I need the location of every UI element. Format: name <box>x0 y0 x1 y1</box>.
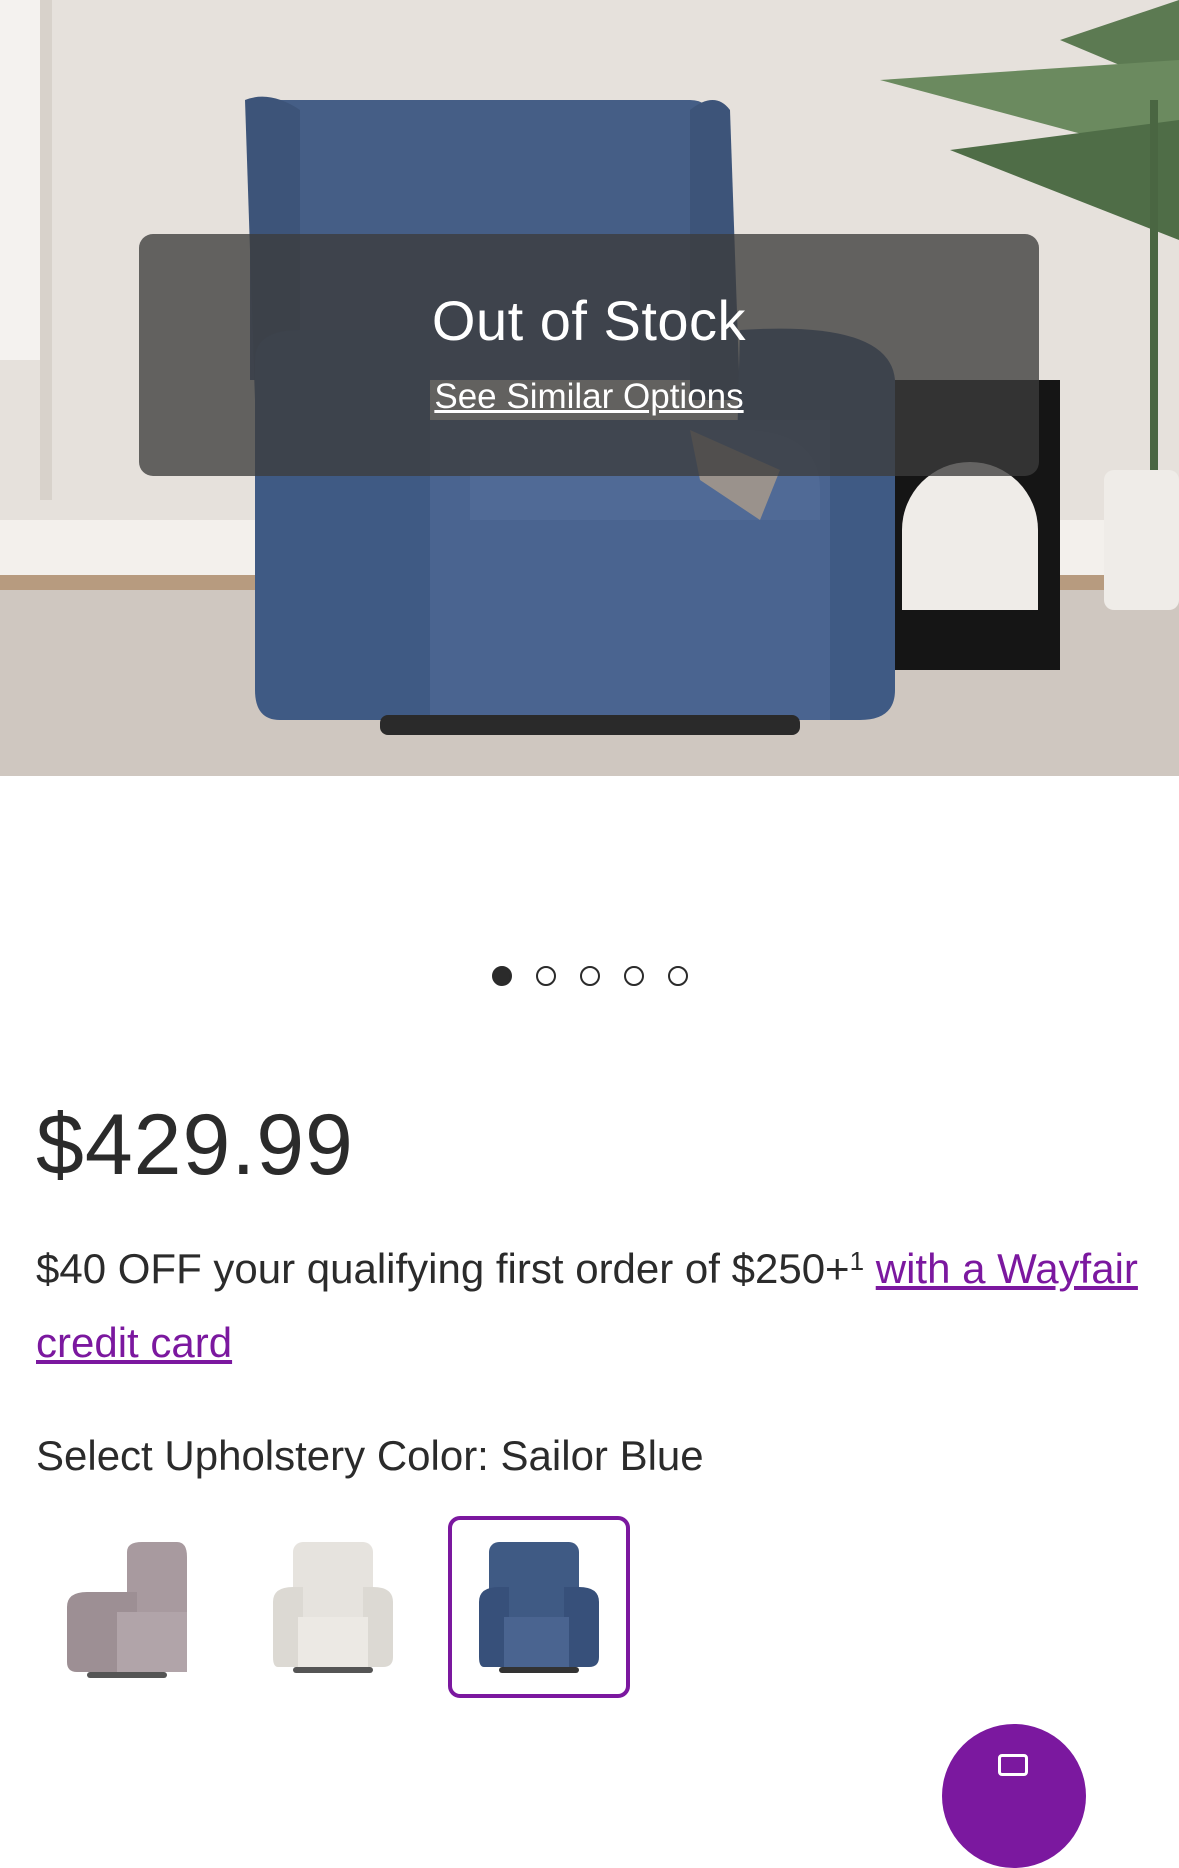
gray-chair-swatch[interactable] <box>36 1516 218 1698</box>
carousel-dot-2[interactable] <box>535 966 556 986</box>
sailor-blue-chair-swatch[interactable] <box>448 1516 630 1698</box>
product-price: $429.99 <box>36 1097 354 1193</box>
carousel-dot-1[interactable] <box>491 966 512 986</box>
chat-icon <box>998 1754 1028 1776</box>
color-swatches <box>36 1516 630 1698</box>
select-color-prefix: Select Upholstery Color: <box>36 1432 489 1479</box>
gray-chair-thumbnail <box>67 1542 187 1678</box>
carousel-pagination <box>0 966 1179 986</box>
selected-color-name: Sailor Blue <box>500 1432 704 1479</box>
carousel-dot-5[interactable] <box>667 966 688 986</box>
carousel-dot-4[interactable] <box>623 966 644 986</box>
see-similar-options-link[interactable]: See Similar Options <box>434 377 743 417</box>
carousel-dot-3[interactable] <box>579 966 600 986</box>
out-of-stock-title: Out of Stock <box>431 288 747 352</box>
white-chair-swatch[interactable] <box>242 1516 424 1698</box>
credit-card-promo: $40 OFF your qualifying first order of $… <box>36 1232 1146 1380</box>
promo-text: $40 OFF your qualifying first order of $… <box>36 1245 850 1292</box>
promo-footnote: 1 <box>849 1246 865 1276</box>
product-image-carousel[interactable]: Out of Stock See Similar Options <box>0 0 1179 776</box>
upholstery-color-label: Select Upholstery Color: Sailor Blue <box>36 1432 704 1480</box>
white-chair-thumbnail <box>273 1542 393 1673</box>
out-of-stock-banner: Out of Stock See Similar Options <box>139 234 1039 476</box>
blue-chair-thumbnail <box>479 1542 599 1673</box>
floating-action-button[interactable] <box>942 1724 1086 1868</box>
